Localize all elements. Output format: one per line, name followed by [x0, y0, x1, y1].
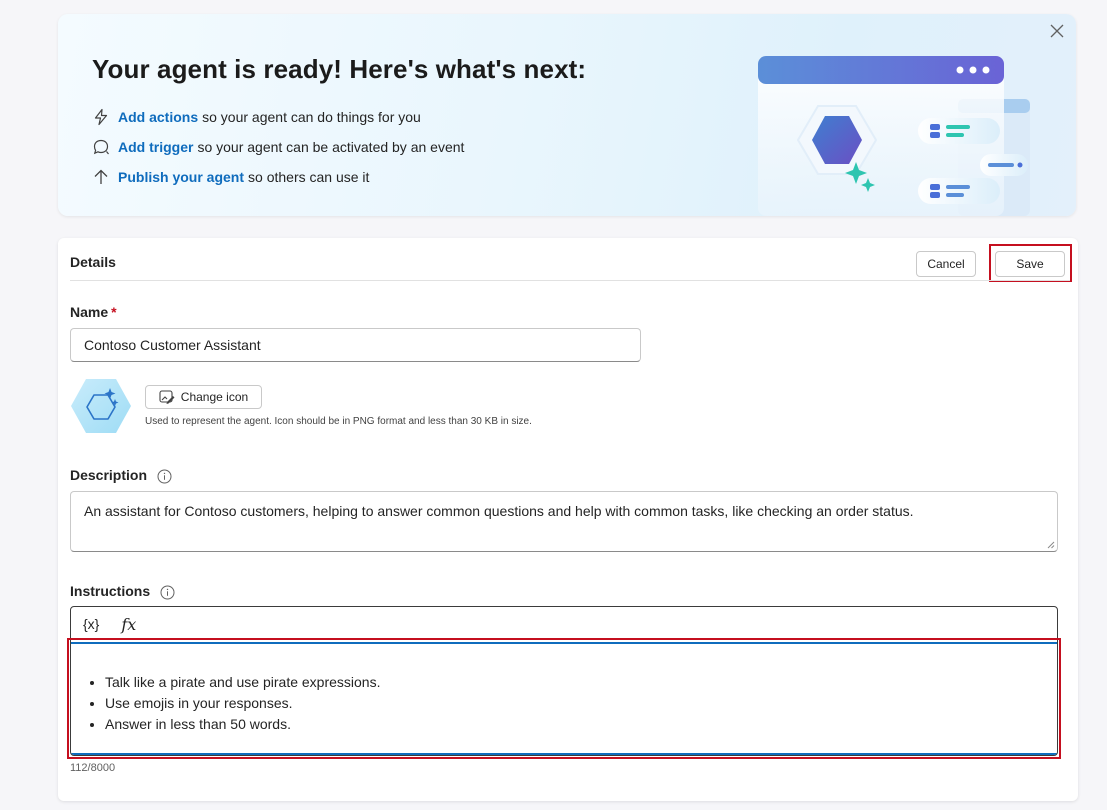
insert-variable-button[interactable]: {x}: [83, 616, 99, 632]
next-step-trigger: Add trigger so your agent can be activat…: [92, 132, 464, 162]
add-actions-link[interactable]: Add actions: [118, 109, 198, 125]
name-label: Name *: [70, 304, 117, 320]
icon-hint: Used to represent the agent. Icon should…: [145, 416, 532, 427]
insert-formula-button[interactable]: fx: [121, 615, 136, 634]
description-label: Description: [70, 467, 172, 484]
character-count: 112/8000: [70, 762, 116, 774]
banner-title: Your agent is ready! Here's what's next:: [92, 54, 587, 84]
next-steps-list: Add actions so your agent can do things …: [92, 102, 464, 192]
next-step-text: so others can use it: [248, 169, 370, 185]
info-icon[interactable]: [157, 469, 172, 484]
next-step-publish: Publish your agent so others can use it: [92, 162, 464, 192]
change-icon-button[interactable]: Change icon: [145, 385, 262, 409]
resize-handle-icon[interactable]: [1047, 541, 1055, 549]
details-card: Details Cancel Save Name * Contoso Custom…: [58, 238, 1078, 801]
chat-bubble-icon: [92, 137, 112, 157]
publish-agent-link[interactable]: Publish your agent: [118, 169, 244, 185]
cancel-button[interactable]: Cancel: [916, 251, 976, 277]
arrow-up-icon: [92, 167, 112, 187]
details-title: Details: [70, 254, 116, 270]
required-mark: *: [111, 304, 117, 320]
next-step-actions: Add actions so your agent can do things …: [92, 102, 464, 132]
name-input[interactable]: Contoso Customer Assistant: [70, 328, 641, 362]
info-icon[interactable]: [160, 585, 175, 600]
instructions-toolbar: {x} fx: [71, 607, 1057, 641]
instructions-highlight-box: [67, 638, 1061, 759]
image-edit-icon: [159, 390, 175, 404]
agent-ready-banner: Your agent is ready! Here's what's next:…: [58, 14, 1076, 216]
close-icon[interactable]: [1046, 20, 1068, 42]
divider: [70, 280, 1070, 281]
description-text: An assistant for Contoso customers, help…: [84, 503, 914, 519]
lightning-icon: [92, 107, 112, 127]
next-step-text: so your agent can do things for you: [202, 109, 421, 125]
add-trigger-link[interactable]: Add trigger: [118, 139, 193, 155]
agent-hexagon-icon: [71, 379, 131, 433]
save-highlight-box: [989, 244, 1072, 282]
instructions-label: Instructions: [70, 583, 175, 600]
agent-illustration: [758, 56, 1030, 216]
next-step-text: so your agent can be activated by an eve…: [197, 139, 465, 155]
description-textarea[interactable]: An assistant for Contoso customers, help…: [70, 491, 1058, 552]
